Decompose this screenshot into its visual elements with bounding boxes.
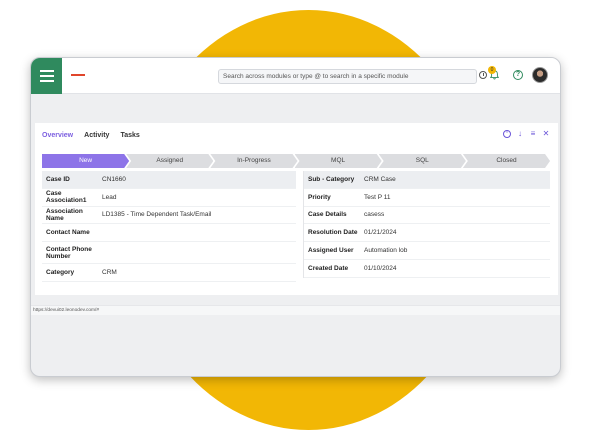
field-label: Case Association1 [46,190,87,205]
field-label: Sub - Category [308,175,355,183]
field-row: Created Date 01/10/2024 [304,260,550,278]
field-value: Lead [102,193,117,201]
field-row: Assigned User Automation lob [304,242,550,260]
field-row: Category CRM [42,264,296,282]
details-right-column: Sub - Category CRM Case Priority Test P 11… [303,171,550,278]
stage-sql[interactable]: SQL [379,154,466,168]
field-row: Association Name LD1385 - Time Dependent … [42,207,296,225]
field-row: Case ID CN1660 [42,171,296,189]
field-value: Test P 11 [364,193,391,201]
app-window: Search across modules or type @ to searc… [30,57,561,377]
field-label: Contact Phone Number [46,245,92,260]
stage-new[interactable]: New [42,154,129,168]
stage-closed[interactable]: Closed [463,154,550,168]
details-left-column: Case ID CN1660 Case Association1 Lead Asso… [42,171,296,282]
field-value: LD1385 - Time Dependent Task/Email [102,211,212,219]
field-label: Priority [308,193,331,201]
field-value: CRM Case [364,175,396,183]
stage-mql[interactable]: MQL [295,154,382,168]
brand-logo [71,74,85,76]
field-label: Category [46,269,75,277]
field-label: Contact Name [46,229,90,237]
field-row: Case Association1 Lead [42,189,296,207]
field-row: Sub - Category CRM Case [304,171,550,189]
clock-icon[interactable] [479,71,487,79]
top-bar: Search across modules or type @ to searc… [31,58,560,94]
user-avatar[interactable] [532,67,548,83]
field-value: CN1660 [102,175,126,183]
tab-activity[interactable]: Activity [84,129,109,143]
tab-tasks[interactable]: Tasks [120,129,139,143]
card-actions: ⌃ ↓ ≡ ✕ [503,130,550,138]
field-value: 01/21/2024 [364,229,397,237]
field-label: Assigned User [308,247,354,255]
status-bar: https://devui02.leonodev.com/# [31,305,560,315]
status-url: https://devui02.leonodev.com/# [33,308,100,313]
notification-badge: 0 [488,66,496,74]
field-label: Resolution Date [308,229,358,237]
field-value: 01/10/2024 [364,264,397,272]
marketing-stage: Search across modules or type @ to searc… [0,0,592,434]
field-value: Automation lob [364,247,408,255]
list-menu-icon[interactable]: ≡ [529,130,537,138]
hamburger-menu-button[interactable] [31,58,62,94]
field-label: Created Date [308,264,349,272]
stage-pipeline: New Assigned In-Progress MQL SQL Closed [42,154,550,168]
tab-overview[interactable]: Overview [42,129,73,143]
field-label: Case Details [308,211,347,219]
field-row: Case Details casess [304,207,550,225]
detail-tabs: Overview Activity Tasks [42,129,140,143]
close-icon[interactable]: ✕ [542,130,550,138]
field-row: Contact Phone Number [42,242,296,265]
collapse-icon[interactable]: ⌃ [503,130,511,138]
stage-assigned[interactable]: Assigned [126,154,213,168]
help-icon[interactable]: ? [513,70,523,80]
field-row: Resolution Date 01/21/2024 [304,224,550,243]
field-value: CRM [102,269,117,277]
global-search-input[interactable]: Search across modules or type @ to searc… [218,69,477,84]
download-icon[interactable]: ↓ [516,130,524,138]
stage-in-progress[interactable]: In-Progress [210,154,297,168]
case-detail-card: Overview Activity Tasks ⌃ ↓ ≡ ✕ New Assi… [35,123,558,295]
field-value: casess [364,211,385,219]
field-row: Contact Name [42,224,296,243]
field-row: Priority Test P 11 [304,189,550,207]
field-label: Association Name [46,207,83,222]
field-label: Case ID [46,175,70,183]
